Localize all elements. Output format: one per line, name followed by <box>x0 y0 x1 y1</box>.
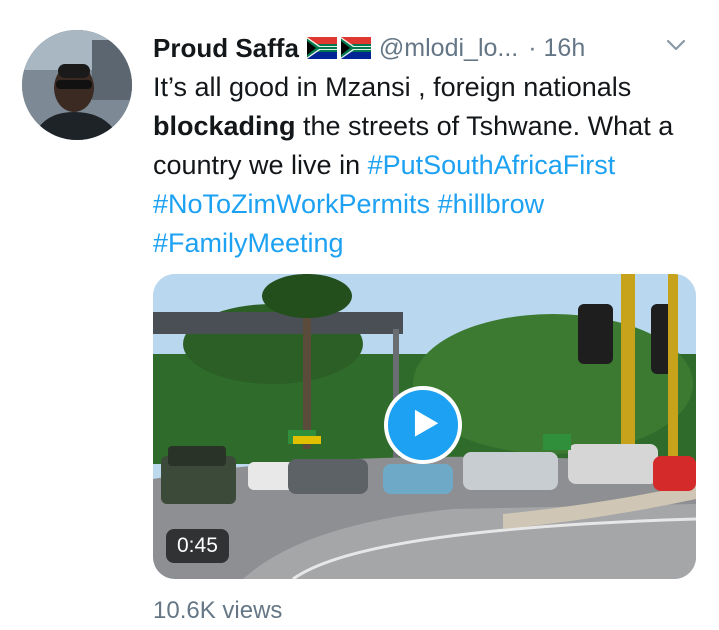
tweet-text-part: It’s all good in Mzansi , foreign nation… <box>153 72 632 102</box>
tweet-card[interactable]: Proud Saffa @mlodi_lo... · 16h It’s all … <box>0 0 719 630</box>
video-duration-badge: 0:45 <box>166 529 229 563</box>
view-count: 10.6K views <box>153 597 283 624</box>
avatar[interactable] <box>22 30 132 140</box>
play-icon[interactable] <box>384 386 462 464</box>
south-africa-flag-icon <box>306 37 337 59</box>
hashtag-link[interactable]: #NoToZimWorkPermits <box>153 189 430 219</box>
flag-emojis <box>306 37 371 59</box>
south-africa-flag-icon <box>340 37 371 59</box>
user-handle[interactable]: @mlodi_lo... <box>379 34 518 63</box>
chevron-down-icon[interactable] <box>665 34 687 56</box>
avatar-photo <box>22 30 132 140</box>
hashtag-link[interactable]: #FamilyMeeting <box>153 228 344 258</box>
hashtag-link[interactable]: #hillbrow <box>438 189 545 219</box>
tweet-header: Proud Saffa @mlodi_lo... · 16h <box>153 30 713 66</box>
tweet-text-bold: blockading <box>153 111 296 141</box>
display-name[interactable]: Proud Saffa <box>153 33 299 64</box>
hashtag-link[interactable]: #PutSouthAfricaFirst <box>368 150 616 180</box>
tweet-text: It’s all good in Mzansi , foreign nation… <box>153 68 708 263</box>
timestamp[interactable]: · 16h <box>528 34 585 63</box>
